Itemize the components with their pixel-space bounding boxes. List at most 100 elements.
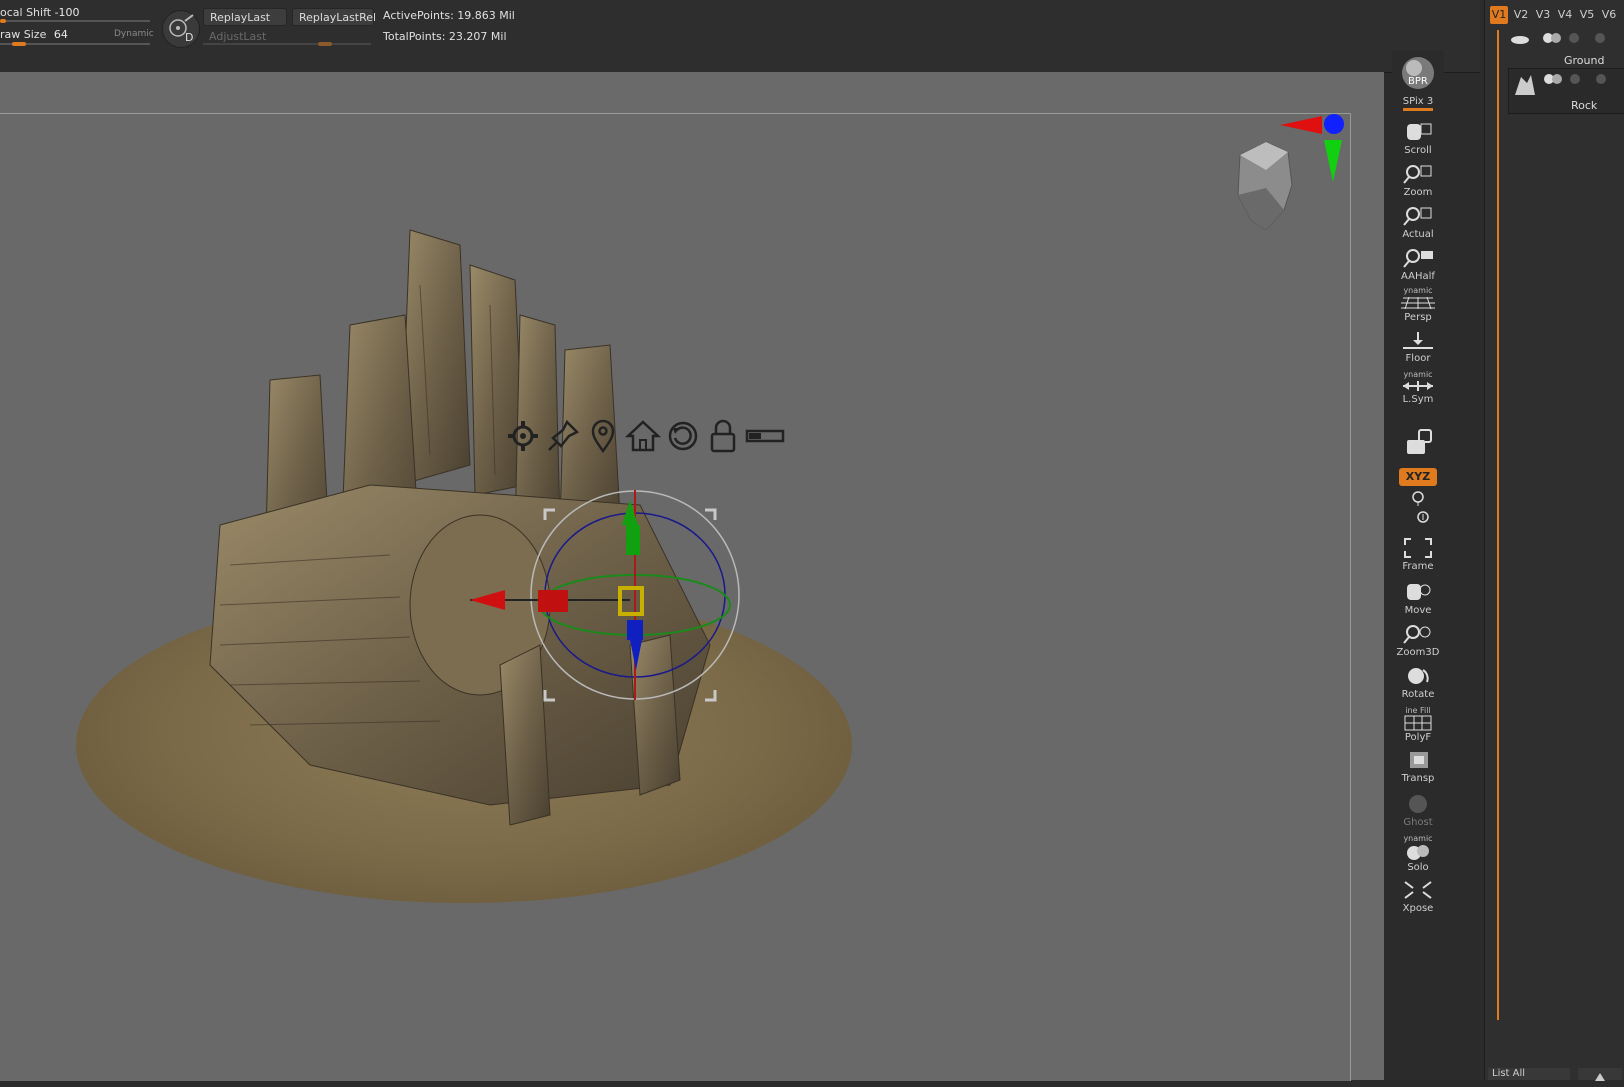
xyz-button[interactable]: XYZ [1396, 468, 1440, 486]
floor-label: Floor [1405, 353, 1431, 364]
xpose-label: Xpose [1402, 903, 1434, 914]
tab-v1[interactable]: V1 [1490, 6, 1508, 24]
x-axis-indicator [1280, 116, 1322, 134]
solo-icon [1407, 845, 1429, 860]
camera-lock-icon [1407, 429, 1432, 454]
persp-dynamic-label: ynamic [1403, 286, 1433, 295]
gizmo-toolbar [505, 418, 785, 454]
aahalf-button[interactable]: AAHalf [1396, 246, 1440, 282]
total-points: TotalPoints: 23.207 Mil [383, 30, 507, 43]
subtool-toggle-icons[interactable] [1511, 71, 1621, 97]
axis-indicator[interactable] [1280, 110, 1350, 190]
rotate-y-button[interactable] [1396, 490, 1440, 507]
gear-icon[interactable] [505, 418, 541, 454]
spix-slider[interactable]: SPix 3 [1396, 96, 1440, 111]
active-points: ActivePoints: 19.863 Mil [383, 9, 515, 22]
z-axis-arrow[interactable] [630, 640, 642, 670]
polyf-label: PolyF [1404, 732, 1432, 743]
focal-shift-track[interactable] [0, 20, 150, 22]
xyz-label: XYZ [1399, 468, 1437, 486]
polyf-line-fill-label: ine Fill [1405, 706, 1431, 715]
zoom3d-label: Zoom3D [1396, 647, 1440, 658]
frame-icon [1404, 538, 1432, 558]
magnifier-icon [1403, 249, 1433, 268]
home-icon[interactable] [624, 418, 662, 454]
replay-last-rel-button[interactable]: ReplayLastRel [292, 8, 376, 26]
spix-knob[interactable] [1403, 108, 1433, 111]
rock-thumbnail-icon [1515, 75, 1535, 95]
adjust-last-track[interactable] [203, 43, 371, 45]
list-all-button[interactable]: List All [1488, 1068, 1570, 1080]
rotate-z-button[interactable] [1396, 510, 1440, 527]
reset-icon[interactable] [665, 418, 701, 454]
target-icon [169, 14, 194, 37]
frame-button[interactable]: Frame [1396, 536, 1440, 572]
adjust-last-knob[interactable] [318, 42, 332, 46]
solo-button[interactable]: ynamic Solo [1396, 834, 1440, 873]
scroll-up-button[interactable] [1578, 1068, 1622, 1081]
tab-v2[interactable]: V2 [1512, 6, 1530, 24]
scroll-button[interactable]: Scroll [1396, 120, 1440, 156]
subtool-item-ground[interactable]: Ground [1508, 28, 1624, 72]
polyf-button[interactable]: ine Fill PolyF [1396, 706, 1440, 743]
subtool-name: Rock [1571, 99, 1598, 112]
subtool-panel [1484, 0, 1624, 1080]
zoom3d-button[interactable]: Zoom3D [1396, 622, 1440, 658]
ghost-icon [1409, 795, 1427, 813]
transp-button[interactable]: Transp [1396, 748, 1440, 784]
move-button[interactable]: Move [1396, 580, 1440, 616]
persp-label: Persp [1404, 312, 1432, 323]
focal-shift-value: -100 [54, 6, 80, 19]
tab-v5[interactable]: V5 [1578, 6, 1596, 24]
ghost-button[interactable]: Ghost [1396, 792, 1440, 828]
subtool-toggle-icons[interactable] [1510, 32, 1620, 46]
spix-label: SPix 3 [1402, 96, 1434, 107]
floor-icon [1403, 332, 1433, 349]
right-shelf: BPR SPix 3 Scroll Zoom Actual AAHalf yna… [1392, 50, 1444, 1080]
zoom-button[interactable]: Zoom [1396, 162, 1440, 198]
replay-last-button[interactable]: ReplayLast [203, 8, 287, 26]
tab-v4[interactable]: V4 [1556, 6, 1574, 24]
rotate-label: Rotate [1401, 689, 1435, 700]
y-axis-indicator [1324, 140, 1342, 182]
rotate-z-icon [1417, 511, 1429, 523]
dynamic-toggle[interactable]: Dynamic [114, 29, 154, 39]
local-transform-button[interactable] [1396, 428, 1440, 459]
solo-dynamic-label: ynamic [1403, 834, 1433, 843]
focal-shift-slider[interactable]: ocal Shift -100 [0, 6, 80, 19]
actual-button[interactable]: Actual [1396, 204, 1440, 240]
rotate-button[interactable]: Rotate [1396, 664, 1440, 700]
pin-icon[interactable] [545, 418, 581, 454]
subtool-name: Ground [1564, 54, 1605, 67]
aahalf-label: AAHalf [1401, 271, 1435, 282]
magnifier-icon [1403, 207, 1432, 226]
draw-size-label: raw Size [0, 28, 47, 41]
top-toolbar: ocal Shift -100 raw Size 64 Dynamic D Re… [0, 0, 1480, 73]
symmetry-arrows-icon [1403, 381, 1433, 391]
zoom-label: Zoom [1403, 187, 1433, 198]
bpr-button[interactable]: BPR [1396, 56, 1440, 91]
transform-gizmo[interactable] [470, 460, 750, 720]
tab-v3[interactable]: V3 [1534, 6, 1552, 24]
move-label: Move [1404, 605, 1432, 616]
draw-size-knob[interactable] [12, 42, 26, 46]
solo-label: Solo [1407, 862, 1429, 873]
x-axis-arrow[interactable] [470, 590, 505, 610]
focal-shift-knob[interactable] [0, 19, 6, 23]
lsym-label: L.Sym [1402, 394, 1434, 405]
floor-button[interactable]: Floor [1396, 328, 1440, 364]
ghost-label: Ghost [1403, 817, 1433, 828]
frame-label: Frame [1402, 561, 1434, 572]
draw-size-slider[interactable]: raw Size 64 [0, 28, 68, 41]
tab-v6[interactable]: V6 [1600, 6, 1618, 24]
subtool-item-rock[interactable]: Rock [1508, 68, 1624, 114]
magnifier-icon [1403, 625, 1431, 644]
xpose-button[interactable]: Xpose [1396, 878, 1440, 914]
location-pin-icon[interactable] [585, 418, 621, 454]
magnifier-icon [1403, 165, 1432, 184]
toggle-icon[interactable] [745, 418, 785, 454]
lsym-button[interactable]: ynamic L.Sym [1396, 370, 1440, 405]
persp-button[interactable]: ynamic Persp [1396, 286, 1440, 323]
dynamic-draw-button[interactable]: D [162, 10, 200, 48]
lock-icon[interactable] [705, 418, 741, 454]
